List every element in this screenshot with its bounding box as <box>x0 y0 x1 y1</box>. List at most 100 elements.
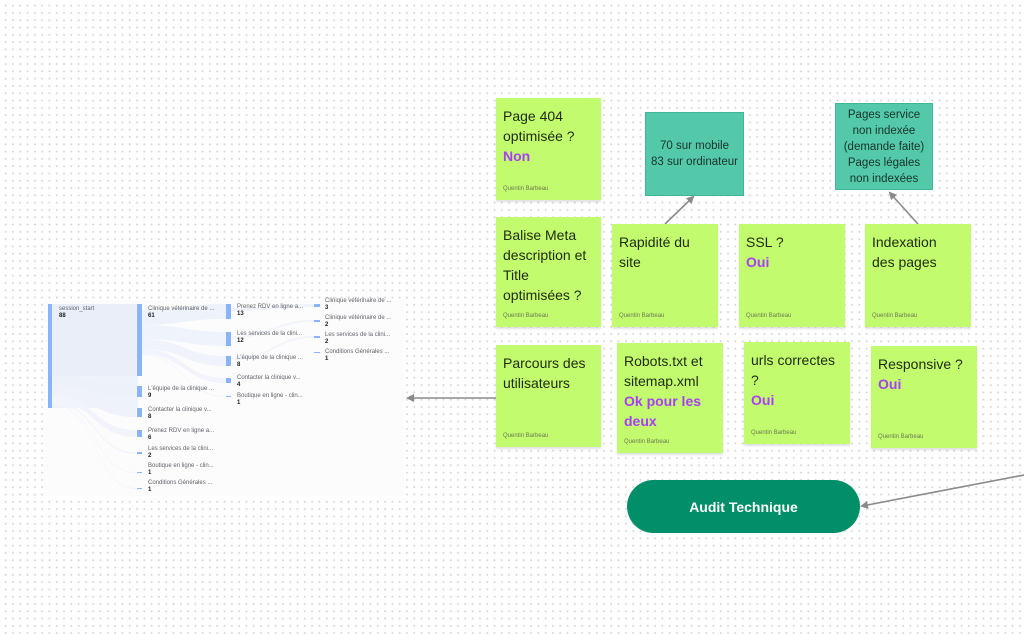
note-question: Balise Meta description et Title optimis… <box>503 227 587 303</box>
node-name: Les services de la clini... <box>325 332 391 338</box>
sankey-node <box>137 408 142 417</box>
note-answer: Oui <box>751 392 775 408</box>
sankey-label: L'équipe de la clinique ... 9 <box>148 386 214 400</box>
sankey-node <box>137 452 142 454</box>
sticky-meta[interactable]: Balise Meta description et Title optimis… <box>496 217 601 327</box>
sankey-node <box>314 304 320 307</box>
note-answer: Oui <box>746 254 770 270</box>
node-name: Boutique en ligne - clin... <box>148 463 214 469</box>
note-question: Parcours des utilisateurs <box>503 355 586 391</box>
callout-line: 83 sur ordinateur <box>651 156 738 168</box>
sankey-node <box>137 304 142 376</box>
sankey-label: Les services de la clini... 2 <box>325 332 390 346</box>
note-question: Robots.txt et sitemap.xml <box>624 353 703 389</box>
note-author: Quentin Barbeau <box>503 186 549 192</box>
node-name: Les services de la clini... <box>237 331 303 337</box>
sankey-node <box>226 304 231 319</box>
note-question: Responsive ? <box>878 356 963 372</box>
node-value: 9 <box>148 393 152 399</box>
node-value: 1 <box>148 487 152 493</box>
node-value: 1 <box>148 470 152 476</box>
node-value: 1 <box>237 400 241 406</box>
sankey-node-root <box>48 304 52 408</box>
node-value: 2 <box>325 339 329 345</box>
node-name: L'équipe de la clinique ... <box>148 386 214 392</box>
sankey-label: Contacter la clinique v... 8 <box>148 407 212 421</box>
note-question: Page 404 optimisée ? <box>503 108 575 144</box>
node-name: Clinique vétérinaire de ... <box>325 298 392 304</box>
node-name: Boutique en ligne - clin... <box>237 393 303 399</box>
node-name: Contacter la clinique v... <box>237 375 301 381</box>
node-name: Prenez RDV en ligne a... <box>148 428 215 434</box>
sticky-robots[interactable]: Robots.txt et sitemap.xml Ok pour les de… <box>617 343 723 453</box>
sticky-urls[interactable]: urls correctes ? Oui Quentin Barbeau <box>744 342 850 444</box>
sankey-label: Prenez RDV en ligne a... 13 <box>237 304 303 318</box>
sticky-speed[interactable]: Rapidité du site Quentin Barbeau <box>612 224 718 327</box>
audit-technique-node[interactable]: Audit Technique <box>627 480 860 533</box>
sankey-label: Les services de la clini... 12 <box>237 331 302 345</box>
sankey-label: Boutique en ligne - clin... 1 <box>148 463 214 477</box>
note-question: SSL ? <box>746 234 784 250</box>
note-author: Quentin Barbeau <box>624 439 670 445</box>
sticky-responsive[interactable]: Responsive ? Oui Quentin Barbeau <box>871 346 977 448</box>
sankey-node <box>226 332 231 346</box>
node-name: Clinique vétérinaire de ... <box>325 315 392 321</box>
sankey-label: Conditions Générales ... 1 <box>148 480 212 494</box>
sankey-node <box>226 396 231 397</box>
note-author: Quentin Barbeau <box>872 313 918 319</box>
node-value: 4 <box>237 382 241 388</box>
node-value: 13 <box>237 311 244 317</box>
note-question: Rapidité du site <box>619 234 690 270</box>
sankey-node <box>226 356 231 366</box>
sankey-label: Les services de la clini... 2 <box>148 446 213 460</box>
node-name: Contacter la clinique v... <box>148 407 212 413</box>
sankey-label: Clinique vétérinaire de ... 2 <box>325 315 391 329</box>
user-flow-sankey[interactable]: session_start 88 Clinique vétérinaire de… <box>44 298 404 496</box>
node-name: Les services de la clini... <box>148 446 214 452</box>
sankey-label-root: session_start 88 <box>59 306 94 320</box>
sankey-label: Conditions Générales ... 1 <box>325 349 389 363</box>
speed-scores-callout[interactable]: 70 sur mobile 83 sur ordinateur <box>645 112 744 196</box>
note-question: Indexation des pages <box>872 234 937 270</box>
sticky-page404[interactable]: Page 404 optimisée ? Non Quentin Barbeau <box>496 98 601 200</box>
node-name: Clinique vétérinaire de ... <box>148 306 215 312</box>
node-value: 8 <box>148 414 152 420</box>
sankey-node <box>137 488 142 489</box>
sticky-parcours[interactable]: Parcours des utilisateurs Quentin Barbea… <box>496 345 601 447</box>
node-value: 88 <box>59 313 66 319</box>
note-author: Quentin Barbeau <box>503 433 549 439</box>
node-name: Prenez RDV en ligne a... <box>237 304 304 310</box>
sankey-label: Clinique vétérinaire de ... 3 <box>325 298 391 312</box>
connector-speed-to-scores <box>664 195 695 225</box>
sticky-ssl[interactable]: SSL ? Oui Quentin Barbeau <box>739 224 845 327</box>
callout-line: non indexées <box>849 172 919 185</box>
sankey-label: Boutique en ligne - clin... 1 <box>237 393 303 407</box>
node-value: 2 <box>325 322 329 328</box>
node-name: session_start <box>59 306 95 312</box>
node-value: 1 <box>325 356 329 362</box>
connector-indexation-to-status <box>888 191 919 225</box>
sankey-label: Clinique vétérinaire de ... 61 <box>148 306 214 320</box>
sankey-node <box>226 378 231 383</box>
note-author: Quentin Barbeau <box>503 313 549 319</box>
sankey-node <box>314 352 320 353</box>
note-answer: Oui <box>878 376 902 392</box>
note-author: Quentin Barbeau <box>878 434 924 440</box>
note-answer: Ok pour les deux <box>624 393 702 429</box>
sankey-flows <box>48 304 320 489</box>
sticky-indexation[interactable]: Indexation des pages Quentin Barbeau <box>865 224 971 327</box>
note-answer: Non <box>503 148 531 164</box>
node-name: Conditions Générales ... <box>148 480 213 486</box>
node-value: 12 <box>237 338 244 344</box>
callout-line: 70 sur mobile <box>659 140 730 152</box>
sankey-label: Prenez RDV en ligne a... 6 <box>148 428 214 442</box>
note-author: Quentin Barbeau <box>751 430 797 436</box>
sankey-node <box>314 320 320 322</box>
indexation-status-callout[interactable]: Pages service non indexée (demande faite… <box>835 103 933 190</box>
connector-offscreen-to-audit <box>860 474 1024 509</box>
note-question: urls correctes ? <box>751 352 836 388</box>
node-name: Conditions Générales ... <box>325 349 390 355</box>
sankey-label: L'équipe de la clinique ... 8 <box>237 355 303 369</box>
note-author: Quentin Barbeau <box>746 313 792 319</box>
node-value: 2 <box>148 453 152 459</box>
